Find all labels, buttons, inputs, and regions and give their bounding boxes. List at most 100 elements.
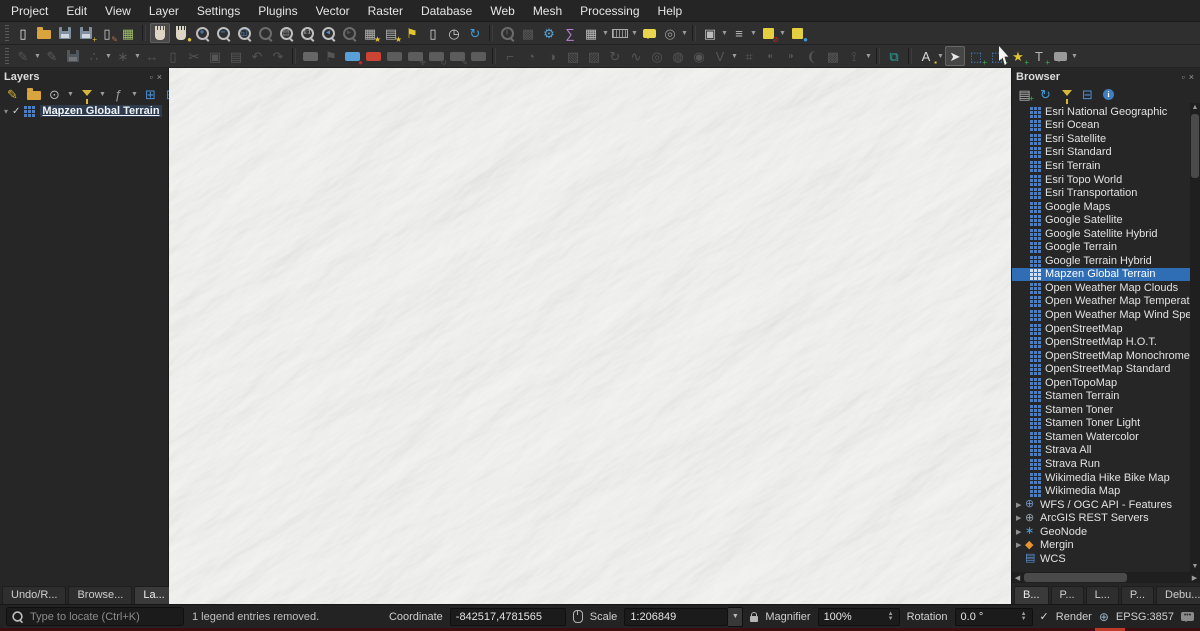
expand-icon[interactable]: ▶ (1016, 514, 1025, 522)
filter-expression-icon-dropdown[interactable]: ▼ (131, 91, 138, 98)
project-new-icon[interactable]: ▯ (13, 23, 33, 43)
auto-label-icon-dropdown[interactable]: ▼ (937, 53, 944, 60)
zoom-to-layer-icon[interactable]: ▤ (276, 23, 296, 43)
manage-map-themes-icon-dropdown[interactable]: ▼ (67, 91, 74, 98)
spinner-arrows-icon[interactable]: ▲▼ (888, 612, 894, 622)
dock-tab[interactable]: Undo/R... (2, 586, 66, 604)
menu-help[interactable]: Help (649, 2, 692, 20)
browser-item[interactable]: OpenStreetMap Standard (1012, 362, 1200, 376)
zoom-in-icon[interactable]: + (192, 23, 212, 43)
layer-item-mapzen[interactable]: ▾ ✓ Mapzen Global Terrain (0, 103, 168, 119)
browser-item[interactable]: Stamen Terrain (1012, 389, 1200, 403)
offset-curve-icon[interactable]: ⁌ (760, 46, 780, 66)
fill-ring-icon[interactable]: ◉ (689, 46, 709, 66)
menu-mesh[interactable]: Mesh (524, 2, 571, 20)
lock-scale-icon[interactable] (750, 616, 758, 622)
browser-item[interactable]: Stamen Toner Light (1012, 417, 1200, 431)
float-panel-icon[interactable]: ▫ (148, 72, 155, 82)
move-label-icon[interactable]: abc✛ (405, 46, 425, 66)
filter-legend-icon-dropdown[interactable]: ▼ (99, 91, 106, 98)
add-text-annotation-icon[interactable]: T+ (1029, 46, 1049, 66)
browser-item[interactable]: Esri Standard (1012, 146, 1200, 160)
delete-selected-icon[interactable]: ▯ (163, 46, 183, 66)
street-view-icon-dropdown[interactable]: ▼ (865, 53, 872, 60)
render-checkbox[interactable]: ✓ (1040, 610, 1049, 623)
crs-value[interactable]: EPSG:3857 (1116, 611, 1174, 623)
attribute-table-icon[interactable]: ▦ (581, 23, 601, 43)
new-shapefile-icon[interactable]: ★+ (1008, 46, 1028, 66)
add-ring-icon[interactable]: ◎ (647, 46, 667, 66)
browser-item[interactable]: OpenStreetMap H.O.T. (1012, 335, 1200, 349)
browser-item[interactable]: ▶⊕ArcGIS REST Servers (1012, 511, 1200, 525)
browser-item[interactable]: Mapzen Global Terrain (1012, 268, 1200, 282)
split-parts-icon[interactable]: ◑ (542, 46, 562, 66)
grid-digitize-icon[interactable]: ▩ (823, 46, 843, 66)
browser-item[interactable]: Stamen Toner (1012, 403, 1200, 417)
undo-icon[interactable]: ↶ (247, 46, 267, 66)
select-features-icon[interactable]: ➤ (945, 46, 965, 66)
rotate-point-icon[interactable]: ❨ (802, 46, 822, 66)
merge-features-icon[interactable]: ▧ (563, 46, 583, 66)
manage-map-themes-icon[interactable]: ⊙ (46, 86, 63, 102)
filter-browser-icon[interactable] (1058, 86, 1075, 102)
merge-attributes-icon[interactable]: ▨ (584, 46, 604, 66)
refresh-map-icon[interactable]: ↻ (465, 23, 485, 43)
annotation-pin-icon[interactable]: ● (787, 23, 807, 43)
browser-item[interactable]: Wikimedia Map (1012, 484, 1200, 498)
locate-input[interactable] (28, 610, 162, 624)
layer-labeling-icon[interactable]: abc (300, 46, 320, 66)
new-3d-map-icon-dropdown[interactable]: ▼ (721, 30, 728, 37)
current-edits-icon[interactable]: ✎ (13, 46, 33, 66)
dock-tab[interactable]: P... (1051, 586, 1084, 604)
identify-features-icon[interactable]: i (497, 23, 517, 43)
scale-combo[interactable]: 1:206849 (624, 608, 728, 626)
metasearch-icon-dropdown[interactable]: ▼ (681, 30, 688, 37)
show-bookmarks-icon[interactable]: ▤★ (381, 23, 401, 43)
layer-checkbox[interactable]: ✓ (12, 106, 20, 117)
toolbar-drag-handle[interactable] (5, 25, 9, 41)
toolbar-drag-handle[interactable] (5, 48, 9, 64)
decorations-icon[interactable]: ≡ (729, 23, 749, 43)
browser-item[interactable]: Esri Satellite (1012, 132, 1200, 146)
show-layout-manager-icon[interactable]: ▦ (118, 23, 138, 43)
browser-item[interactable]: Wikimedia Hike Bike Map (1012, 471, 1200, 485)
browser-item[interactable]: Esri Terrain (1012, 159, 1200, 173)
menu-view[interactable]: View (96, 2, 140, 20)
map-canvas[interactable] (169, 68, 1011, 604)
browser-item[interactable]: ▤WCS (1012, 552, 1200, 566)
select-by-form-icon[interactable]: ▩ (518, 23, 538, 43)
current-edits-icon-dropdown[interactable]: ▼ (34, 53, 41, 60)
browser-item[interactable]: Google Satellite Hybrid (1012, 227, 1200, 241)
temporal-controller-icon[interactable]: ◷ (444, 23, 464, 43)
bookmark-pin-icon[interactable]: ⚑ (402, 23, 422, 43)
browser-item[interactable]: Google Terrain Hybrid (1012, 254, 1200, 268)
layer-expand-icon[interactable]: ▾ (4, 107, 8, 116)
dock-tab[interactable]: B... (1014, 586, 1049, 604)
add-group-icon[interactable] (25, 86, 42, 102)
browser-item[interactable]: Esri National Geographic (1012, 105, 1200, 119)
add-feature-icon[interactable]: ∗ (113, 46, 133, 66)
zoom-out-icon[interactable]: − (213, 23, 233, 43)
trim-extend-icon[interactable]: ⌗ (739, 46, 759, 66)
project-open-icon[interactable] (34, 23, 54, 43)
project-save-icon[interactable] (55, 23, 75, 43)
vertex-tool-icon[interactable]: V (710, 46, 730, 66)
menu-processing[interactable]: Processing (571, 2, 648, 20)
browser-vertical-scrollbar[interactable]: ▲ ▼ (1190, 103, 1200, 572)
new-bookmark-icon[interactable]: ▦★ (360, 23, 380, 43)
pan-map-icon[interactable] (150, 23, 170, 43)
show-hide-labels-icon[interactable]: abc (384, 46, 404, 66)
add-part-icon[interactable]: ◍ (668, 46, 688, 66)
browser-item[interactable]: ▶◆Mergin (1012, 539, 1200, 553)
scroll-left-icon[interactable]: ◀ (1012, 574, 1023, 582)
close-panel-icon[interactable]: × (155, 72, 164, 82)
digitize-with-segment-icon-dropdown[interactable]: ▼ (105, 53, 112, 60)
zoom-to-selection-icon[interactable] (255, 23, 275, 43)
street-view-icon[interactable]: ⟟ (844, 46, 864, 66)
measure-icon[interactable] (610, 23, 630, 43)
menu-project[interactable]: Project (2, 2, 57, 20)
move-feature-icon[interactable]: ↔ (142, 46, 162, 66)
split-features-icon[interactable]: ◔ (521, 46, 541, 66)
select-polygon-icon[interactable]: ⬚+ (966, 46, 986, 66)
metasearch-icon[interactable]: ◎ (660, 23, 680, 43)
